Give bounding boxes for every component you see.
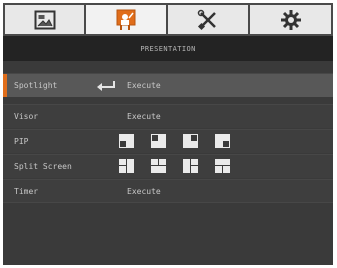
pip-bottom-left-icon[interactable] <box>119 134 134 148</box>
page-title: PRESENTATION <box>3 36 333 61</box>
menu-row-pip[interactable]: PIP <box>3 129 333 153</box>
pip-top-left-icon[interactable] <box>151 134 166 148</box>
picture-icon <box>34 10 55 29</box>
split-bottom-icon[interactable] <box>215 159 230 173</box>
menu-empty-area <box>3 202 333 265</box>
presentation-person-icon <box>116 9 136 30</box>
menu-row-label: Split Screen <box>14 162 72 171</box>
pip-top-right-icon[interactable] <box>183 134 198 148</box>
execute-button[interactable]: Execute <box>127 74 161 97</box>
split-right-icon[interactable] <box>183 159 198 173</box>
tab-settings[interactable] <box>250 5 331 34</box>
split-top-icon[interactable] <box>151 159 166 173</box>
pip-bottom-right-icon[interactable] <box>215 134 230 148</box>
tools-icon <box>197 9 216 30</box>
tab-image[interactable] <box>5 5 84 34</box>
menu-row-timer[interactable]: Timer Execute <box>3 179 333 203</box>
enter-arrow-icon <box>97 81 115 91</box>
menu-row-label: Timer <box>14 187 39 196</box>
gear-icon <box>280 9 301 30</box>
menu-row-label: Spotlight <box>14 81 58 90</box>
execute-button[interactable]: Execute <box>127 105 161 128</box>
execute-button[interactable]: Execute <box>127 180 161 203</box>
tab-presentation[interactable] <box>86 5 166 34</box>
tab-tools[interactable] <box>168 5 248 34</box>
menu-row-visor[interactable]: Visor Execute <box>3 104 333 128</box>
menu-row-label: Visor <box>14 112 39 121</box>
osd-menu: PRESENTATION Spotlight Execute Visor Exe… <box>3 3 333 265</box>
menu-tab-bar <box>3 3 333 36</box>
menu-row-split-screen[interactable]: Split Screen <box>3 154 333 178</box>
menu-row-spotlight[interactable]: Spotlight Execute <box>3 73 333 97</box>
selection-indicator <box>3 74 7 97</box>
split-left-icon[interactable] <box>119 159 134 173</box>
menu-row-label: PIP <box>14 137 29 146</box>
